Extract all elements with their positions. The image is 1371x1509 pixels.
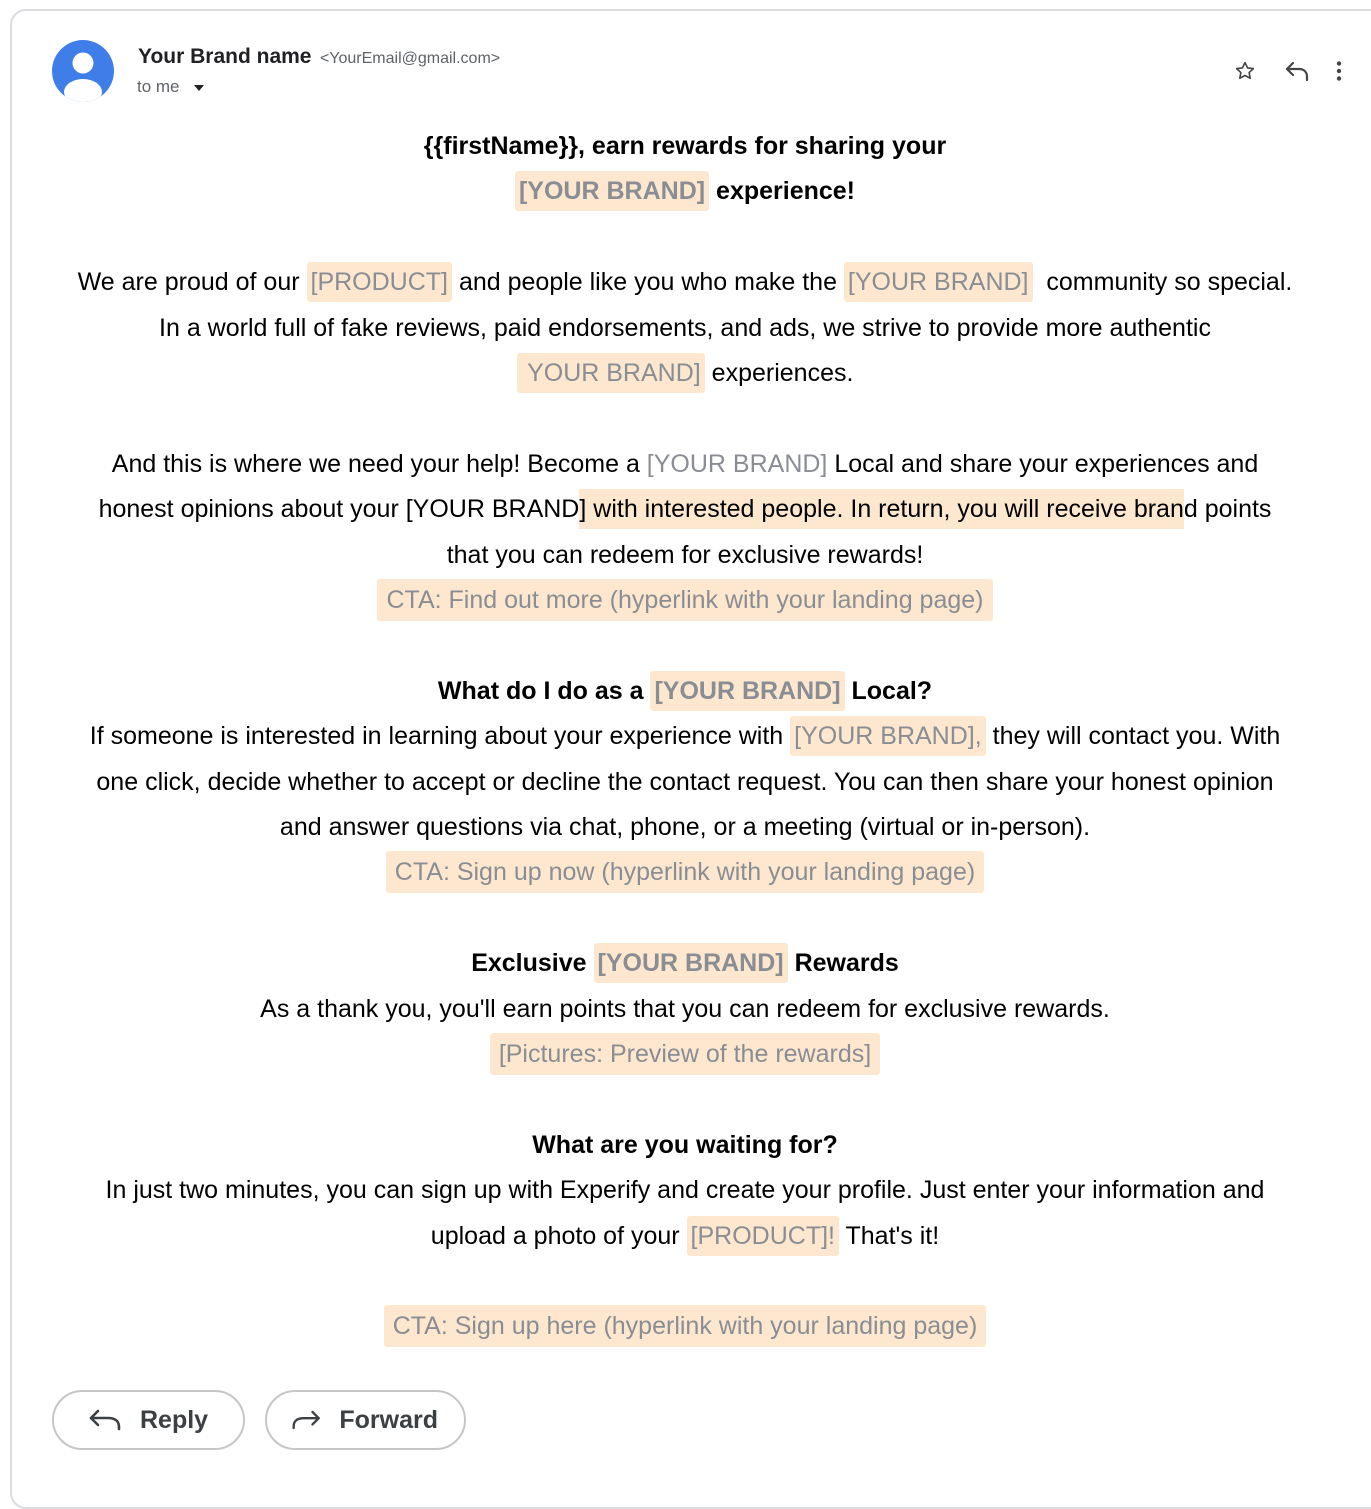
rewards-heading-text: Rewards [787,949,899,978]
intro-paragraph: We are proud of our [PRODUCT] and people… [40,260,1330,396]
help-text: that you can redeem for exclusive reward… [446,540,924,569]
intro-text: In a world full of fake reviews, paid en… [159,313,1211,342]
recipient-details-toggle[interactable]: to me [137,77,204,97]
intro-text: experiences. [704,359,854,388]
rewards-heading: Exclusive [YOUR BRAND] Rewards [471,943,899,984]
waiting-text: That's it! [839,1221,940,1250]
local-text: If someone is interested in learning abo… [89,722,791,751]
email-title: {{firstName}}, earn rewards for sharing … [40,124,1330,215]
local-heading-text: What do I do as a [437,676,651,705]
star-icon[interactable] [1228,56,1262,86]
brand-placeholder: [YOUR BRAND] [514,171,710,212]
product-placeholder: [PRODUCT] [306,262,452,303]
local-heading: What do I do as a [YOUR BRAND] Local? [437,670,933,711]
final-cta-row: CTA: Sign up here (hyperlink with your l… [40,1304,1330,1349]
local-heading-text: Local? [844,676,933,705]
help-text: honest opinions about your [YOUR BRAND [98,495,580,524]
brand-placeholder: [YOUR BRAND] [650,670,845,711]
sender-email: <YourEmail@gmail.com> [319,50,501,67]
chevron-down-icon [193,85,204,91]
local-section: What do I do as a [YOUR BRAND] Local? If… [40,669,1330,896]
sender-line: Your Brand name <YourEmail@gmail.com> [138,45,500,69]
recipient-label: to me [137,77,180,96]
brand-placeholder: [YOUR BRAND] [593,943,788,984]
more-vert-icon[interactable] [1322,56,1356,86]
forward-icon [292,1410,320,1430]
product-placeholder: [PRODUCT]! [686,1215,839,1256]
avatar[interactable] [52,40,114,102]
cta-find-out-more-link[interactable]: CTA: Find out more (hyperlink with your … [377,579,993,622]
help-text: And this is where we need your help! Bec… [111,449,647,478]
rewards-heading-text: Exclusive [471,949,594,978]
email-body: {{firstName}}, earn rewards for sharing … [40,124,1330,1350]
help-text: d points [1183,495,1272,524]
intro-text: and people like you who make the [452,268,844,297]
brand-placeholder: [YOUR BRAND] [646,449,828,478]
waiting-text: upload a photo of your [430,1221,687,1250]
reply-button-label: Reply [140,1405,209,1434]
local-text: and answer questions via chat, phone, or… [279,813,1091,842]
waiting-heading: What are you waiting for? [532,1130,838,1159]
reply-forward-row: Reply Forward [52,1390,466,1450]
rewards-pictures-placeholder: [Pictures: Preview of the rewards] [489,1033,881,1076]
rewards-section: Exclusive [YOUR BRAND] Rewards As a than… [40,941,1330,1077]
cta-sign-up-now-link[interactable]: CTA: Sign up now (hyperlink with your la… [385,851,985,894]
brand-placeholder: YOUR BRAND] [516,353,705,394]
highlighted-text: ] with interested people. In return, you… [579,489,1184,530]
brand-placeholder: [YOUR BRAND] [843,262,1033,303]
forward-button-label: Forward [339,1405,438,1434]
local-text: one click, decide whether to accept or d… [96,767,1274,796]
reply-icon [89,1409,121,1431]
reply-button[interactable]: Reply [52,1390,245,1450]
waiting-section: What are you waiting for? In just two mi… [40,1123,1330,1259]
intro-text: We are proud of our [77,268,307,297]
email-title-line: {{firstName}}, earn rewards for sharing … [423,132,947,160]
intro-text: community so special. [1032,268,1293,297]
rewards-text: As a thank you, you'll earn points that … [260,994,1110,1023]
local-text: they will contact you. With [985,722,1281,751]
email-title-suffix: experience! [709,177,856,206]
avatar-icon [64,52,102,102]
help-text: Local and share your experiences and [827,449,1259,478]
waiting-text: In just two minutes, you can sign up wit… [105,1176,1265,1205]
brand-placeholder: [YOUR BRAND], [790,716,986,757]
message-actions [1228,56,1356,86]
reply-icon[interactable] [1280,56,1314,86]
sender-name: Your Brand name [138,45,312,68]
cta-sign-up-here-link[interactable]: CTA: Sign up here (hyperlink with your l… [383,1305,987,1348]
forward-button[interactable]: Forward [265,1390,466,1450]
help-paragraph: And this is where we need your help! Bec… [40,442,1330,624]
